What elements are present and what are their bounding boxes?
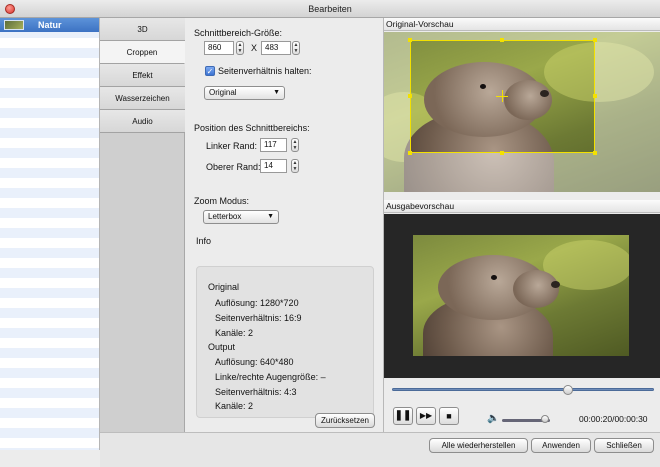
info-output-aspect: Seitenverhältnis: 4:3: [215, 387, 297, 397]
chevron-down-icon: ▼: [273, 89, 280, 96]
stop-icon[interactable]: ■: [439, 407, 459, 425]
left-margin-stepper[interactable]: ▲ ▼: [291, 138, 299, 152]
output-preview-area: [384, 214, 660, 378]
tab-watermark[interactable]: Wasserzeichen: [100, 87, 185, 110]
info-original-resolution: Auflösung: 1280*720: [215, 298, 299, 308]
top-margin-label: Oberer Rand:: [206, 162, 261, 172]
keep-ratio-checkbox[interactable]: ✓: [205, 66, 215, 76]
crop-handle[interactable]: [500, 151, 504, 155]
top-margin-stepper[interactable]: ▲ ▼: [291, 159, 299, 173]
info-original-heading: Original: [208, 282, 240, 292]
output-preview-title: Ausgabevorschau: [384, 200, 660, 213]
zoom-mode-value: Letterbox: [208, 212, 242, 221]
close-button[interactable]: Schließen: [594, 438, 654, 453]
info-output-channels: Kanäle: 2: [215, 401, 254, 411]
restore-all-button[interactable]: Alle wiederherstellen: [429, 438, 528, 453]
window-title: Bearbeiten: [308, 4, 352, 14]
progress-slider[interactable]: [392, 388, 654, 391]
tab-audio[interactable]: Audio: [100, 110, 185, 133]
crosshair-icon: [502, 90, 503, 102]
crop-height-field[interactable]: 483: [261, 41, 291, 55]
output-preview-image: [413, 235, 629, 356]
crop-handle[interactable]: [593, 38, 597, 42]
crop-handle[interactable]: [593, 94, 597, 98]
crop-settings-panel: Schnittbereich-Größe: 860 ▲ ▼ X 483 ▲ ▼ ✓ …: [185, 18, 383, 432]
original-preview-image[interactable]: [384, 32, 660, 192]
crop-handle[interactable]: [408, 151, 412, 155]
crop-handle[interactable]: [408, 94, 412, 98]
fast-forward-icon[interactable]: ▶▶: [416, 407, 436, 425]
left-margin-label: Linker Rand:: [206, 141, 258, 151]
crop-size-label: Schnittbereich-Größe:: [194, 28, 283, 38]
file-list-item[interactable]: Natur: [0, 18, 99, 32]
crop-width-field[interactable]: 860: [204, 41, 234, 55]
crop-handle[interactable]: [500, 38, 504, 42]
info-original-channels: Kanäle: 2: [215, 328, 254, 338]
file-list[interactable]: Natur: [0, 18, 100, 450]
original-preview-title: Original-Vorschau: [384, 18, 660, 31]
zoom-mode-select[interactable]: Letterbox ▼: [203, 210, 279, 224]
left-margin-field[interactable]: 117: [260, 138, 287, 152]
top-margin-field[interactable]: 14: [260, 159, 287, 173]
ratio-select[interactable]: Original ▼: [204, 86, 285, 100]
close-window-icon[interactable]: [5, 4, 15, 14]
speaker-icon[interactable]: 🔈: [487, 413, 499, 424]
chevron-down-icon: ▼: [267, 213, 274, 220]
tab-effect[interactable]: Effekt: [100, 64, 185, 87]
file-name: Natur: [38, 20, 62, 30]
keep-ratio-label: Seitenverhältnis halten:: [218, 66, 312, 76]
edit-tabs: 3D Croppen Effekt Wasserzeichen Audio: [100, 18, 185, 450]
size-separator: X: [251, 43, 258, 53]
crop-width-stepper[interactable]: ▲ ▼: [236, 41, 244, 55]
title-bar: Bearbeiten: [0, 0, 660, 18]
tab-3d[interactable]: 3D: [100, 18, 185, 41]
preview-column: Original-Vorschau Ausgabevorschau ❚❚ ▶▶ …: [383, 18, 660, 432]
crop-height-stepper[interactable]: ▲ ▼: [292, 41, 300, 55]
crop-position-label: Position des Schnittbereichs:: [194, 123, 310, 133]
apply-button[interactable]: Anwenden: [531, 438, 591, 453]
bottom-button-bar: Alle wiederherstellen Anwenden Schließen: [100, 432, 660, 467]
time-display: 00:00:20/00:00:30: [579, 414, 648, 424]
reset-button[interactable]: Zurücksetzen: [315, 413, 375, 428]
info-output-resolution: Auflösung: 640*480: [215, 357, 294, 367]
tab-crop[interactable]: Croppen: [100, 41, 185, 64]
zoom-mode-label: Zoom Modus:: [194, 196, 250, 206]
pause-icon[interactable]: ❚❚: [393, 407, 413, 425]
player-controls: ❚❚ ▶▶ ■ 🔈 00:00:20/00:00:30: [384, 378, 660, 432]
edit-window: Bearbeiten Natur 3D Croppen Effekt Wasse…: [0, 0, 660, 467]
info-box: Original Auflösung: 1280*720 Seitenverhä…: [196, 266, 374, 418]
ratio-select-value: Original: [209, 88, 237, 97]
info-output-heading: Output: [208, 342, 236, 352]
crop-handle[interactable]: [593, 151, 597, 155]
crop-handle[interactable]: [408, 38, 412, 42]
progress-slider-knob[interactable]: [562, 385, 573, 395]
info-output-eye: Linke/rechte Augengröße: –: [215, 372, 326, 382]
info-original-aspect: Seitenverhältnis: 16:9: [215, 313, 302, 323]
info-title: Info: [196, 236, 212, 246]
video-thumbnail: [4, 20, 24, 30]
